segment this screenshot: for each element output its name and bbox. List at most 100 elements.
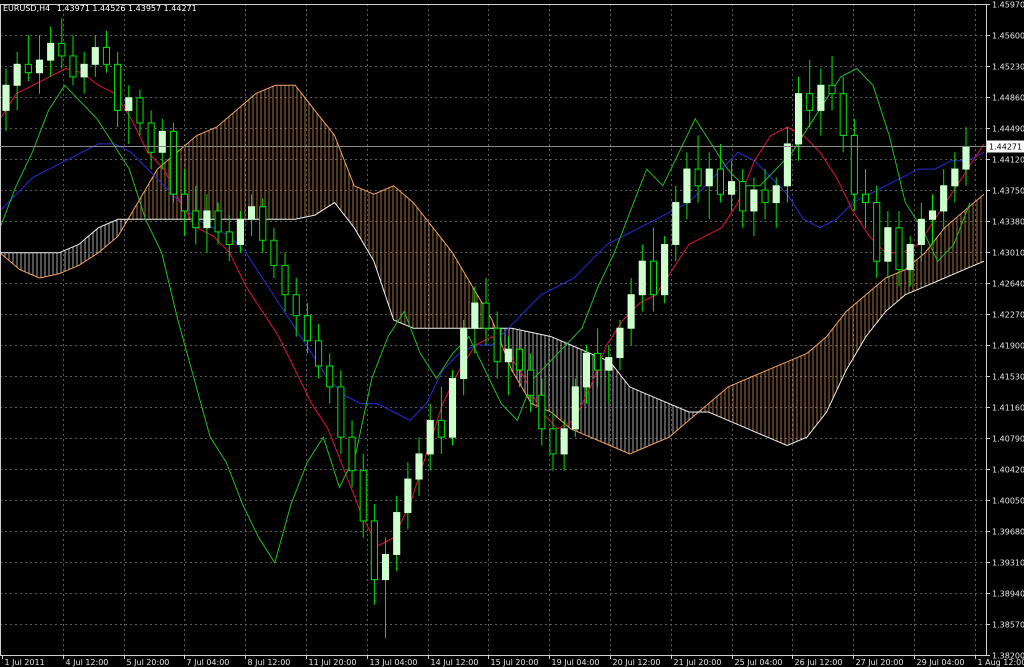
x-tick-label: 1 Aug 12:00 <box>978 658 1024 667</box>
candle-body <box>594 352 602 371</box>
y-tick-label: 1.41900 <box>992 342 1024 351</box>
y-tick-label: 1.44120 <box>992 156 1024 165</box>
candle-body <box>928 210 937 220</box>
y-tick-label: 1.40050 <box>992 497 1024 506</box>
candle-body <box>616 327 624 359</box>
y-tick-label: 1.45230 <box>992 63 1024 72</box>
candle-body <box>314 340 323 367</box>
candle-body <box>381 553 390 581</box>
ohlc-values: 1.43971 1.44526 1.43957 1.44271 <box>57 4 197 13</box>
candle-body <box>638 260 646 296</box>
candle-body <box>571 386 579 430</box>
chart-title: EURUSD,H4 1.43971 1.44526 1.43957 1.4427… <box>3 4 197 13</box>
candle-body <box>962 145 970 170</box>
candle-body <box>326 365 334 388</box>
y-tick-label: 1.39680 <box>992 528 1024 537</box>
y-tick-label: 1.41530 <box>992 373 1024 382</box>
y-tick-label: 1.43380 <box>992 218 1024 227</box>
y-tick-label: 1.42640 <box>992 280 1024 289</box>
candle-body <box>158 130 166 153</box>
candle-body <box>661 243 669 296</box>
y-tick-label: 1.38940 <box>992 590 1024 599</box>
candle-body <box>359 470 367 522</box>
x-tick-label: 21 Jul 20:00 <box>674 658 722 667</box>
candle-body <box>203 210 211 229</box>
candle-body <box>236 218 244 245</box>
candle-body <box>772 185 780 204</box>
candle-body <box>69 55 77 78</box>
candle-body <box>861 193 870 204</box>
candle-body <box>672 202 680 245</box>
x-tick-label: 20 Jul 12:00 <box>613 658 661 667</box>
candle-body <box>951 168 959 187</box>
x-tick-label: 1 Jul 2011 <box>5 658 45 667</box>
candle-body <box>248 206 256 220</box>
candle-body <box>817 84 825 111</box>
candle-body <box>448 378 457 438</box>
candle-body <box>136 97 144 124</box>
candle-body <box>460 327 468 380</box>
candle-body <box>303 315 311 342</box>
price-chart[interactable]: 1.45970 1.45600 1.45230 1.44860 1.44490 1.441… <box>0 0 1024 667</box>
candle-body <box>370 520 378 581</box>
candle-body <box>649 260 658 296</box>
candle-body <box>125 97 133 111</box>
candle-body <box>214 210 222 233</box>
candle-body <box>560 428 568 455</box>
candle-body <box>884 227 892 262</box>
candle-body <box>493 327 501 363</box>
x-tick-label: 26 Jul 12:00 <box>795 658 843 667</box>
candle-body <box>906 243 914 271</box>
x-tick-label: 27 Jul 20:00 <box>856 658 904 667</box>
candle-body <box>794 93 803 145</box>
x-tick-label: 4 Jul 12:00 <box>66 658 109 667</box>
candle <box>448 370 457 446</box>
candle-body <box>917 218 925 245</box>
candle-body <box>437 419 445 438</box>
candle-body <box>683 168 691 204</box>
y-tick-label: 1.44860 <box>992 94 1024 103</box>
candle-body <box>80 63 88 78</box>
y-tick-label: 1.44490 <box>992 125 1024 134</box>
candle-body <box>225 231 233 245</box>
y-tick-label: 1.45970 <box>992 1 1024 10</box>
current-price-label: 1.44271 <box>989 143 1022 152</box>
candle-body <box>281 264 289 296</box>
candle-body <box>114 63 122 111</box>
candle-body <box>761 189 769 204</box>
candle-body <box>582 352 591 388</box>
candle-body <box>694 168 702 187</box>
candle-body <box>527 369 535 396</box>
candle-body <box>192 210 200 229</box>
candle-body <box>292 294 300 317</box>
candle-body <box>538 394 546 430</box>
candle-body <box>181 193 189 212</box>
candle-body <box>102 47 111 65</box>
y-tick-label: 1.42270 <box>992 311 1024 320</box>
chart-background <box>0 0 1024 667</box>
x-tick-label: 7 Jul 04:00 <box>187 658 230 667</box>
candle-body <box>806 93 814 111</box>
candle-body <box>337 386 345 438</box>
candle-body <box>839 93 847 137</box>
candle-body <box>716 168 724 195</box>
candle-body <box>605 357 613 371</box>
candle-body <box>728 181 736 195</box>
candle-body <box>259 206 267 241</box>
x-tick-label: 13 Jul 04:00 <box>370 658 418 667</box>
symbol-timeframe: EURUSD,H4 <box>3 4 50 13</box>
y-tick-label: 1.45600 <box>992 32 1024 41</box>
x-tick-label: 19 Jul 04:00 <box>552 658 600 667</box>
candle-body <box>270 239 278 266</box>
candle <box>571 378 579 438</box>
y-tick-label: 1.43010 <box>992 249 1024 258</box>
candle-body <box>24 63 32 74</box>
candle-body <box>549 428 557 455</box>
candle-body <box>828 84 836 95</box>
y-tick-label: 1.40420 <box>992 466 1024 475</box>
candle-body <box>35 59 44 74</box>
candle-body <box>415 453 423 480</box>
candle-body <box>482 302 490 329</box>
candle <box>661 236 669 304</box>
candle-body <box>393 512 401 555</box>
